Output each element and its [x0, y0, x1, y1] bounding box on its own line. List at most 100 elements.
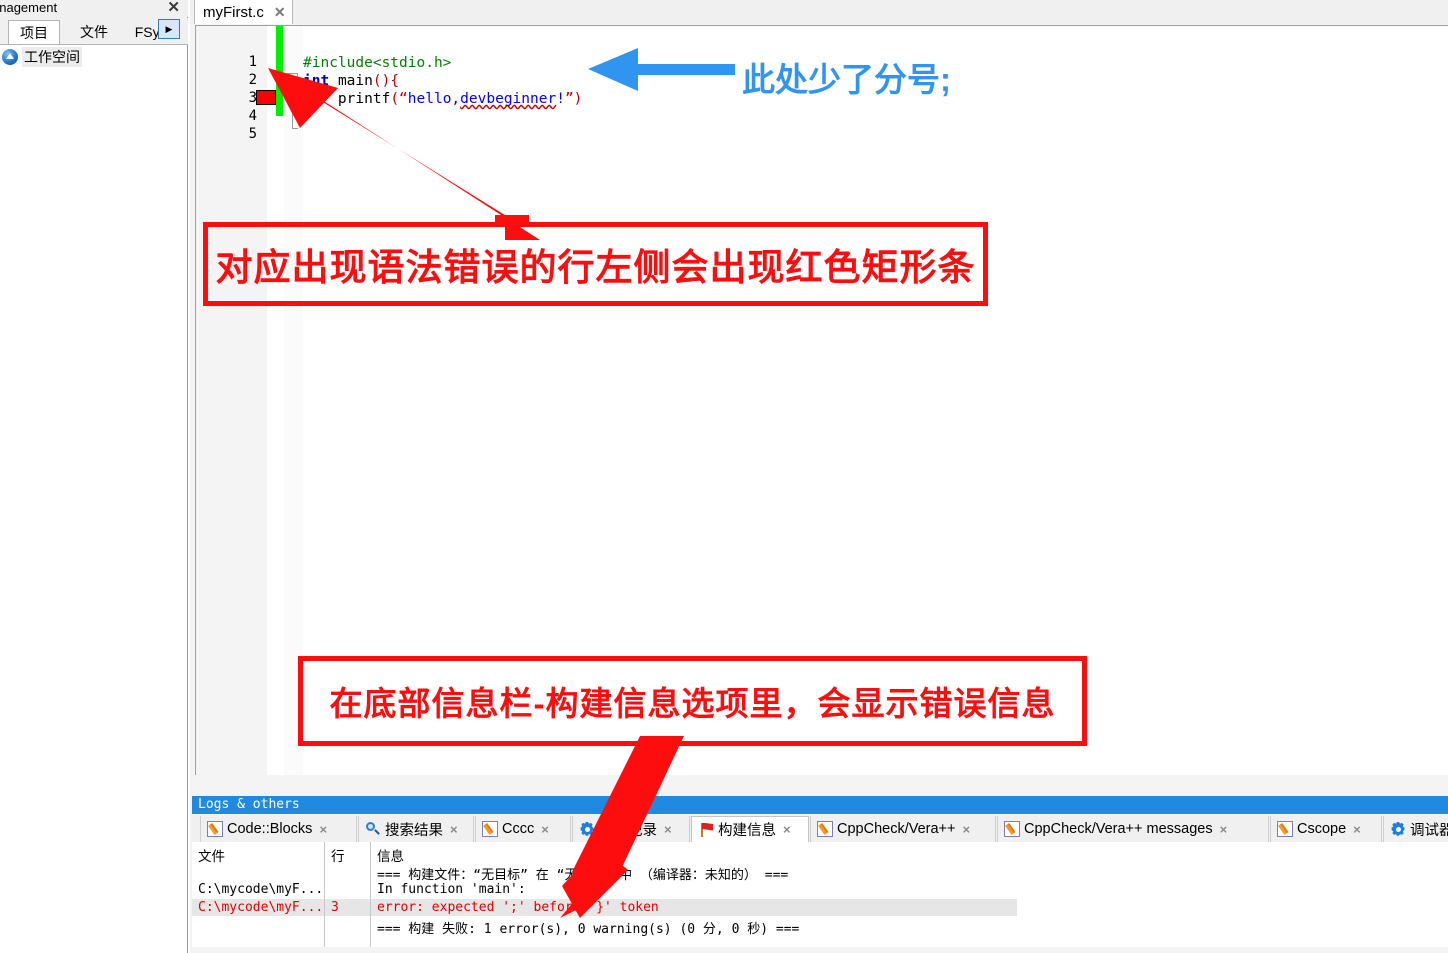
workspace-icon [2, 49, 18, 65]
log-tab-search-results[interactable]: 搜索结果 × [358, 816, 474, 842]
log-tab-build-log[interactable]: 构建记录 × [572, 816, 690, 842]
table-cell-file: C:\mycode\myF... [198, 882, 324, 897]
log-tab-build-messages[interactable]: 构建信息 × [691, 816, 809, 842]
code-token-close-paren: ) [573, 91, 583, 107]
annotation-text: 在底部信息栏-构建信息选项里，会显示错误信息 [329, 685, 1056, 722]
fold-line-end [292, 128, 298, 129]
line-number: 1 [248, 54, 257, 70]
gear-icon [1390, 821, 1406, 837]
management-titlebar: anagement ✕ [0, 0, 188, 17]
log-tab-cccc[interactable]: Cccc × [475, 816, 571, 842]
close-icon[interactable]: × [450, 822, 458, 837]
column-header-file: 文件 [198, 849, 225, 864]
code-token-open-paren: ( [390, 91, 400, 107]
pencil-icon [1004, 821, 1020, 837]
logs-panel-title: Logs & others [192, 796, 1448, 814]
log-tab-cscope[interactable]: Cscope × [1270, 816, 1382, 842]
project-tree: 工作空间 [0, 45, 187, 953]
annotation-text-missing-semicolon: 此处少了分号; [742, 61, 951, 98]
table-cell-message: === 构建文件：“无目标” 在 “无项目” 中 （编译器：未知的） === [377, 868, 789, 883]
sidebar-tab-files[interactable]: 文件 [68, 20, 120, 44]
close-icon[interactable]: × [783, 822, 791, 837]
flag-icon [698, 822, 714, 838]
editor-tab-label: myFirst.c [203, 3, 264, 21]
line-number: 4 [248, 108, 257, 124]
error-marker-gutter[interactable] [254, 26, 276, 775]
column-header-message: 信息 [377, 849, 404, 864]
code-token-parens: () [372, 73, 391, 89]
table-cell-message: In function 'main': [377, 882, 526, 897]
pencil-icon [817, 821, 833, 837]
editor-tab-myfirst-c[interactable]: myFirst.c ✕ [194, 0, 293, 24]
code-line-3: printf(“hello,devbeginner!”) [303, 90, 582, 108]
table-column-file: 文件 C:\mycode\myF... C:\mycode\myF... [192, 842, 325, 947]
annotation-text: 对应出现语法错误的行左侧会出现红色矩形条 [215, 247, 976, 288]
management-tabstrip: 项目 文件 FSym ▶ [0, 18, 188, 45]
table-cell-message: === 构建 失败: 1 error(s), 0 warning(s) (0 分… [377, 922, 800, 937]
close-icon[interactable]: × [319, 822, 327, 837]
search-icon [365, 821, 381, 837]
log-tab-label: Cscope [1297, 821, 1347, 837]
code-token-brace: { [390, 73, 400, 89]
log-tab-label: 构建信息 [718, 823, 776, 839]
logs-panel: Logs & others Code::Blocks × 搜索结果 × Cccc… [190, 794, 1448, 953]
chevron-right-icon[interactable]: ▶ [158, 19, 180, 39]
pencil-icon [482, 821, 498, 837]
log-tab-label: Cccc [502, 821, 535, 837]
log-tab-cppcheck-vera[interactable]: CppCheck/Vera++ × [810, 816, 996, 842]
log-tab-label: 构建记录 [599, 822, 657, 839]
code-token-indent [303, 91, 338, 107]
sidebar-tab-projects[interactable]: 项目 [8, 20, 60, 44]
code-line-2: int main(){ [303, 72, 399, 90]
change-bar [276, 26, 283, 116]
close-icon[interactable]: × [541, 822, 549, 837]
table-cell-line: 3 [331, 900, 339, 915]
code-token-quote-open: “ [399, 91, 408, 107]
line-number: 2 [248, 72, 257, 88]
log-tab-label: 搜索结果 [385, 822, 443, 839]
log-tab-label: Code::Blocks [227, 821, 313, 837]
pencil-icon [207, 821, 223, 837]
close-icon[interactable]: × [1220, 822, 1228, 837]
app-window: anagement ✕ 项目 文件 FSym ▶ 工作空间 myFirst.c … [0, 0, 1448, 953]
close-icon[interactable]: × [963, 822, 971, 837]
error-marker-icon [256, 90, 276, 105]
code-token-keyword: int [303, 73, 330, 89]
line-number: 3 [248, 90, 257, 106]
build-messages-table[interactable]: 文件 C:\mycode\myF... C:\mycode\myF... 行 3… [192, 842, 1448, 947]
annotation-box-build-info: 在底部信息栏-构建信息选项里，会显示错误信息 [298, 656, 1087, 746]
table-column-message: 信息 === 构建文件：“无目标” 在 “无项目” 中 （编译器：未知的） ==… [371, 842, 1448, 947]
management-panel: anagement ✕ 项目 文件 FSym ▶ 工作空间 [0, 0, 188, 953]
log-tab-label: 调试器 [1410, 822, 1448, 839]
table-cell-message: error: expected ';' before '}' token [377, 900, 659, 915]
tree-item-label: 工作空间 [22, 47, 82, 67]
fold-toggle-icon[interactable] [287, 73, 298, 84]
log-tab-label: CppCheck/Vera++ messages [1024, 821, 1213, 837]
pencil-icon [1277, 821, 1293, 837]
code-token-identifier: printf [337, 91, 391, 107]
column-header-line: 行 [331, 849, 345, 864]
close-icon[interactable]: ✕ [167, 0, 180, 16]
code-token-identifier: main [337, 73, 373, 89]
close-icon[interactable]: ✕ [274, 4, 286, 21]
line-number: 5 [248, 126, 257, 142]
gear-icon [579, 821, 595, 837]
code-token-string-bang: ! [556, 91, 565, 107]
logs-tabstrip: Code::Blocks × 搜索结果 × Cccc × 构建记录 × 构建信息 [192, 815, 1448, 843]
log-tab-debugger[interactable]: 调试器 [1383, 816, 1448, 842]
code-token-string-spellcheck: devbeginner [460, 91, 557, 107]
code-token-string: hello, [407, 91, 461, 107]
code-line-1: #include<stdio.h> [303, 54, 451, 72]
table-cell-file: C:\mycode\myF... [198, 900, 324, 915]
close-icon[interactable]: × [1353, 822, 1361, 837]
code-token-quote-close: ” [564, 91, 574, 107]
log-tab-cppcheck-vera-messages[interactable]: CppCheck/Vera++ messages × [997, 816, 1269, 842]
table-column-line: 行 3 [325, 842, 371, 947]
tree-item-workspace[interactable]: 工作空间 [0, 47, 82, 67]
code-token-preprocessor: #include<stdio.h> [303, 55, 452, 71]
fold-line [292, 84, 293, 129]
log-tab-codeblocks[interactable]: Code::Blocks × [200, 816, 357, 842]
management-title: anagement [0, 0, 58, 15]
close-icon[interactable]: × [664, 822, 672, 837]
